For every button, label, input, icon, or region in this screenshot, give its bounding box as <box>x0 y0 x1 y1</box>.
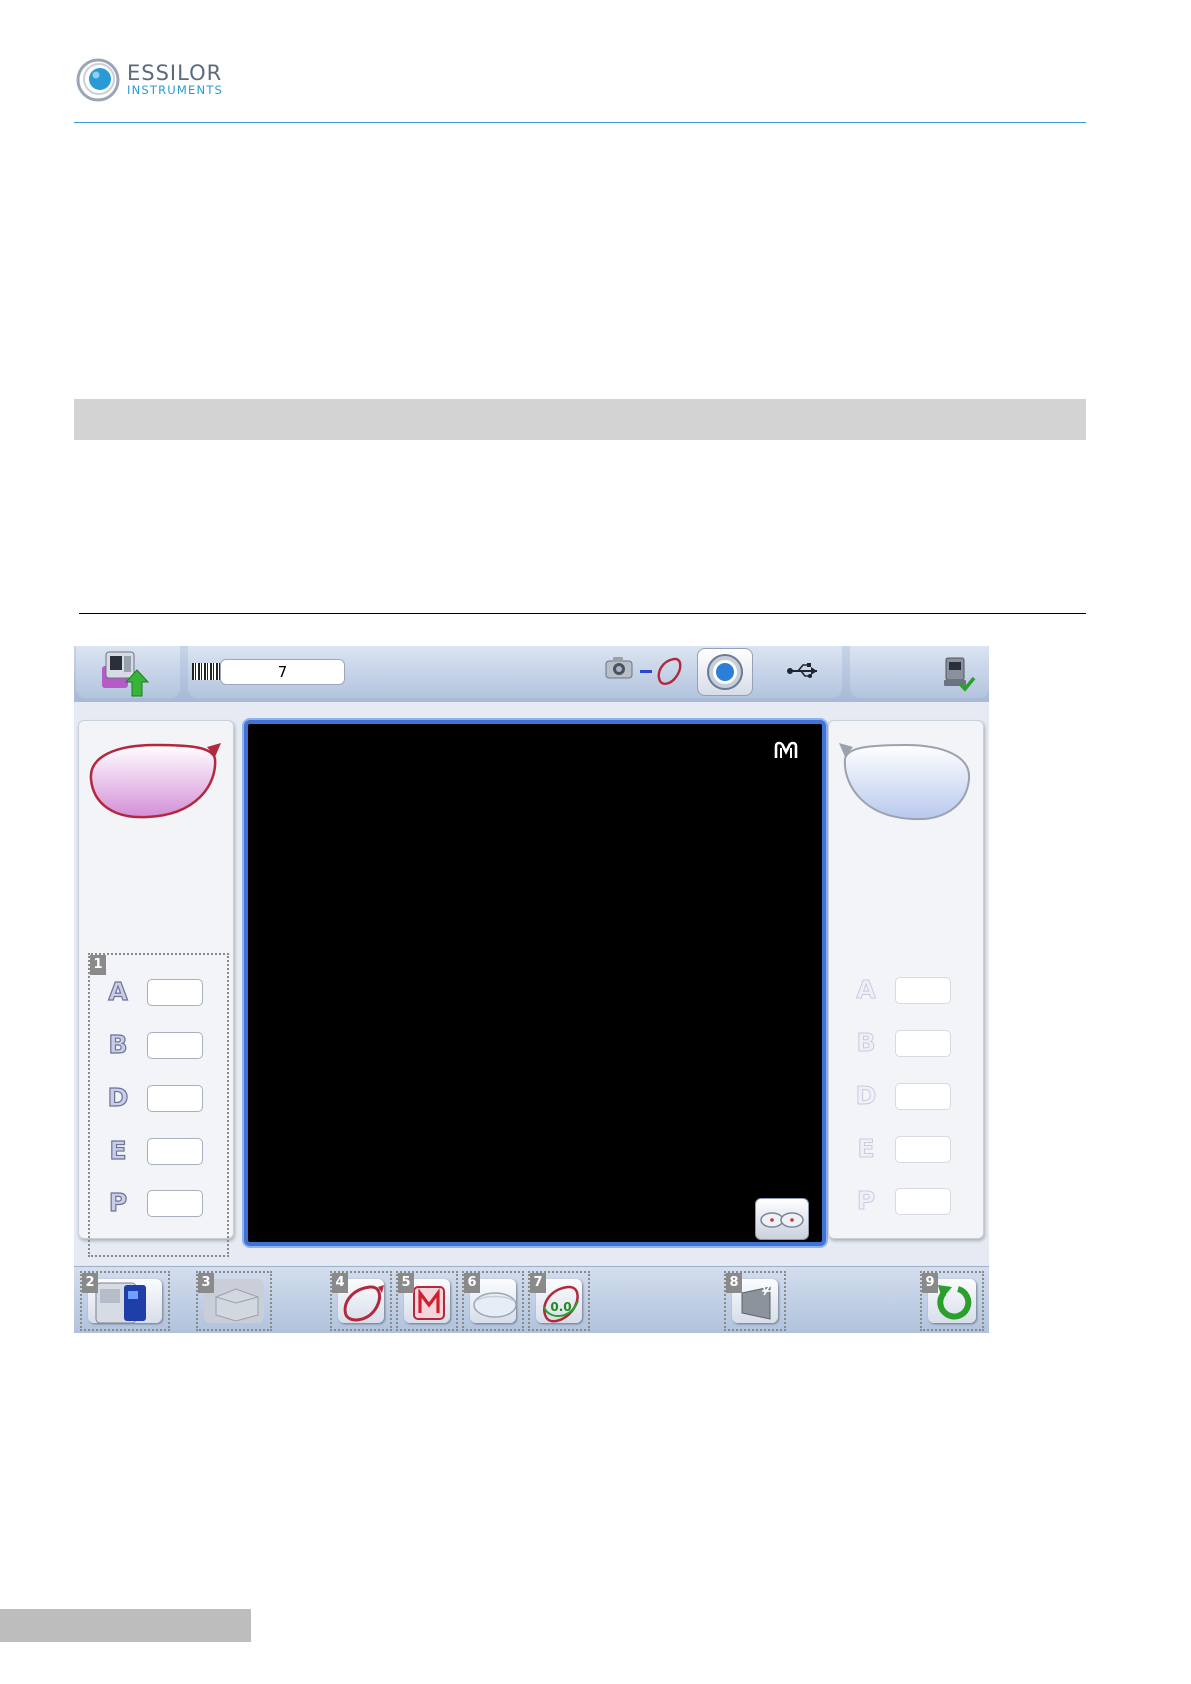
dimension-b-field[interactable] <box>147 1032 203 1059</box>
lens-target-icon <box>707 654 743 690</box>
right-dimension-e-field <box>895 1136 951 1163</box>
left-lens-panel: 1 A B D E P <box>78 720 234 1257</box>
top-toolbar: 7 <box>74 646 989 702</box>
footer-band <box>0 1609 251 1642</box>
edger-icon <box>88 1279 162 1324</box>
diameter-button[interactable]: 0.0 7 <box>528 1271 590 1331</box>
section-rule <box>79 613 1086 614</box>
right-dimension-label-e: E <box>857 1134 875 1164</box>
left-lens-icon <box>89 743 221 819</box>
zone-number-7: 7 <box>530 1273 546 1293</box>
material-button[interactable]: 5 <box>396 1271 458 1331</box>
dimension-label-p: P <box>108 1187 128 1217</box>
edger-upload-icon <box>102 651 150 697</box>
zone-number-4: 4 <box>332 1273 348 1293</box>
job-number-field[interactable]: 7 <box>220 659 345 685</box>
reset-button[interactable]: 9 <box>920 1271 984 1331</box>
dimension-label-d: D <box>107 1082 129 1112</box>
bottom-toolbar: 2 3 4 5 6 0.0 7 8 9 <box>74 1266 989 1333</box>
right-lens-shape[interactable] <box>835 739 975 829</box>
left-dimensions-group: 1 A B D E P <box>88 953 229 1257</box>
bevel-logo-icon <box>773 740 799 760</box>
dimension-a-field[interactable] <box>147 979 203 1006</box>
dimension-d-field[interactable] <box>147 1085 203 1112</box>
zone-number-6: 6 <box>464 1273 480 1293</box>
zone-number-2: 2 <box>82 1273 98 1293</box>
barcode-icon <box>192 663 220 680</box>
header-rule <box>74 122 1086 123</box>
dimension-label-b: B <box>108 1029 128 1059</box>
right-dimension-label-a: A <box>856 975 876 1005</box>
right-lens-panel: A B D E P <box>828 720 984 1239</box>
finishing-button[interactable]: 8 <box>724 1271 786 1331</box>
zone-number-9: 9 <box>922 1273 938 1293</box>
zone-number-1: 1 <box>90 955 106 975</box>
right-dimension-label-b: B <box>856 1028 876 1058</box>
dimension-p-field[interactable] <box>147 1190 203 1217</box>
right-dimension-p-field <box>895 1188 951 1215</box>
dimension-e-field[interactable] <box>147 1138 203 1165</box>
right-dimension-d-field <box>895 1083 951 1110</box>
network-status-icon[interactable] <box>940 654 976 694</box>
camera-icon[interactable] <box>604 654 634 682</box>
right-dimension-label-p: P <box>856 1186 876 1216</box>
shape-display <box>244 720 826 1246</box>
zone-number-8: 8 <box>726 1273 742 1293</box>
right-dimension-b-field <box>895 1030 951 1057</box>
zone-number-5: 5 <box>398 1273 414 1293</box>
centering-view-button[interactable] <box>755 1198 809 1240</box>
logo-text: ESSILOR INSTRUMENTS <box>127 62 223 96</box>
tray-button: 3 <box>196 1271 272 1331</box>
send-job-button[interactable] <box>96 648 154 698</box>
right-dimension-label-d: D <box>855 1081 877 1111</box>
usb-icon <box>786 662 820 680</box>
dash-separator <box>640 670 652 673</box>
left-lens-shape[interactable] <box>85 739 225 829</box>
section-heading-band <box>74 399 1086 440</box>
lens-type-button[interactable]: 6 <box>462 1271 524 1331</box>
brand-name: ESSILOR <box>127 61 223 85</box>
frame-type-button[interactable]: 4 <box>330 1271 392 1331</box>
brand-subtitle: INSTRUMENTS <box>127 83 224 97</box>
frame-shape-icon[interactable] <box>654 655 684 687</box>
essilor-logo-icon <box>76 58 120 102</box>
edger-button[interactable]: 2 <box>80 1271 170 1331</box>
zone-number-3: 3 <box>198 1273 214 1293</box>
device-screen: 7 1 A B D E P A B D E P 2 3 4 5 6 0.0 7 … <box>74 646 989 1333</box>
diameter-value: 0.0 <box>550 1300 571 1314</box>
glasses-centering-icon <box>760 1212 804 1228</box>
lens-tracing-button[interactable] <box>697 648 753 696</box>
right-dimension-a-field <box>895 977 951 1004</box>
dimension-label-a: A <box>108 976 129 1006</box>
dimension-label-e: E <box>109 1135 127 1165</box>
right-lens-icon <box>839 743 971 821</box>
